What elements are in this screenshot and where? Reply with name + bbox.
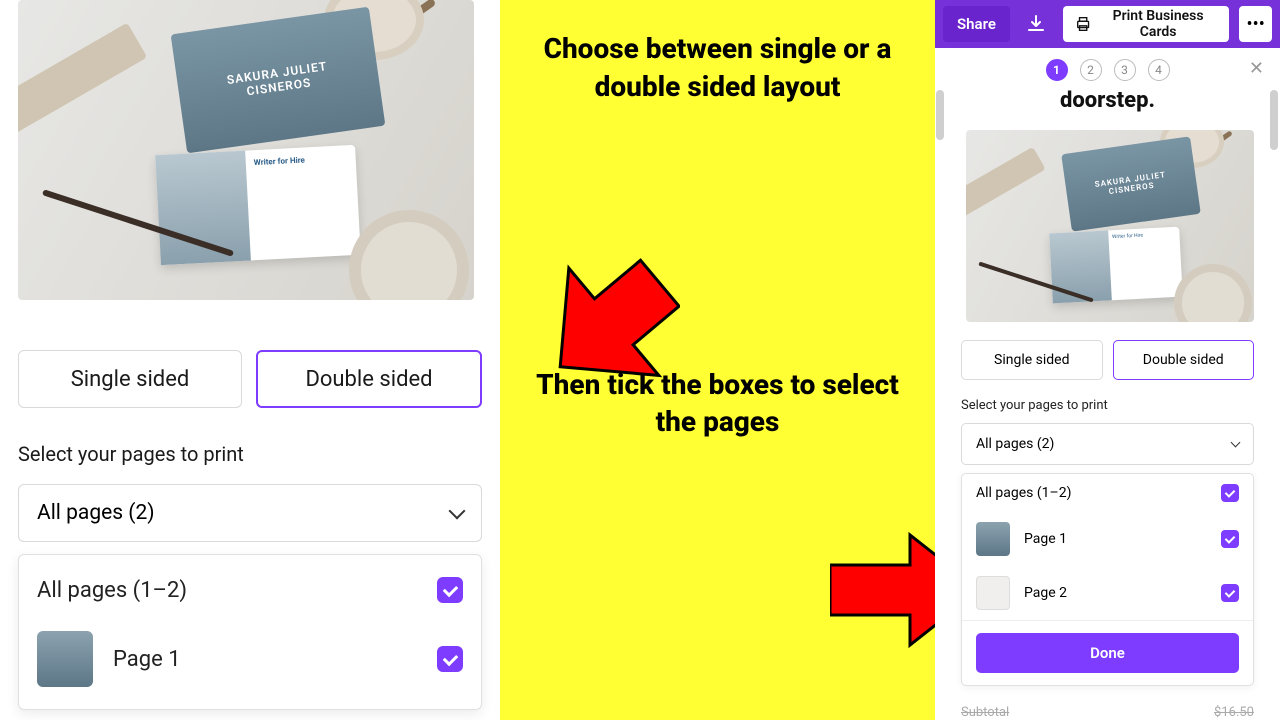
double-sided-button[interactable]: Double sided xyxy=(1113,340,1255,380)
page-2-thumbnail xyxy=(976,576,1010,610)
pages-list: All pages (1–2) Page 1 xyxy=(18,554,482,710)
preview-large: SAKURA JULIET CISNEROS Writer for Hire xyxy=(18,0,474,300)
cup-graphic xyxy=(1174,264,1252,322)
all-pages-option[interactable]: All pages (1–2) xyxy=(962,474,1253,512)
checkbox-icon[interactable] xyxy=(1221,484,1239,502)
page-1-label: Page 1 xyxy=(1024,531,1067,547)
share-button[interactable]: Share xyxy=(943,6,1010,42)
page-1-label: Page 1 xyxy=(113,647,181,672)
instruction-text-1: Choose between single or a double sided … xyxy=(534,30,901,106)
chevron-down-icon xyxy=(1231,438,1241,448)
subtotal-label: Subtotal xyxy=(961,705,1009,720)
card-back: SAKURA JULIET CISNEROS xyxy=(1061,136,1201,231)
page-1-thumbnail xyxy=(37,631,93,687)
sided-toggle-row-small: Single sided Double sided xyxy=(961,340,1254,380)
double-sided-button[interactable]: Double sided xyxy=(256,350,482,408)
checkbox-icon[interactable] xyxy=(437,577,463,603)
card-front-image xyxy=(1049,230,1111,303)
right-body: Single sided Double sided Select your pa… xyxy=(935,340,1280,686)
card-front-text: Writer for Hire xyxy=(245,145,361,261)
all-pages-label: All pages (1–2) xyxy=(37,578,187,603)
page-1-option[interactable]: Page 1 xyxy=(962,512,1253,566)
card-front: Writer for Hire xyxy=(155,145,360,265)
left-panel: SAKURA JULIET CISNEROS Writer for Hire S… xyxy=(0,0,500,720)
dots-icon: ••• xyxy=(1247,14,1265,35)
done-wrap: Done xyxy=(962,620,1253,685)
ruler-graphic xyxy=(18,23,147,138)
card-back: SAKURA JULIET CISNEROS xyxy=(171,7,386,154)
pages-list: All pages (1–2) Page 1 Page 2 Done xyxy=(961,473,1254,686)
pages-dropdown[interactable]: All pages (2) xyxy=(18,484,482,542)
more-button[interactable]: ••• xyxy=(1239,6,1272,42)
topbar: Share Print Business Cards ••• xyxy=(935,0,1280,48)
print-business-cards-button[interactable]: Print Business Cards xyxy=(1063,6,1230,42)
close-icon[interactable]: ✕ xyxy=(1249,58,1264,79)
step-3[interactable]: 3 xyxy=(1114,59,1136,81)
arrow-to-layout xyxy=(490,230,680,420)
single-sided-button[interactable]: Single sided xyxy=(961,340,1103,380)
download-button[interactable] xyxy=(1020,6,1053,42)
step-4[interactable]: 4 xyxy=(1148,59,1170,81)
cup-graphic xyxy=(349,210,469,300)
preview-small: SAKURA JULIET CISNEROS Writer for Hire xyxy=(966,130,1254,322)
ruler-graphic xyxy=(966,147,1046,220)
card-front-image xyxy=(155,151,251,266)
page-1-thumbnail xyxy=(976,522,1010,556)
card-front-text: Writer for Hire xyxy=(1108,227,1183,301)
page-1-option[interactable]: Page 1 xyxy=(19,617,481,701)
scrollbar[interactable] xyxy=(1270,90,1278,150)
download-icon xyxy=(1026,14,1046,34)
checkbox-icon[interactable] xyxy=(1221,530,1239,548)
page-2-option[interactable]: Page 2 xyxy=(962,566,1253,620)
checkbox-icon[interactable] xyxy=(1221,584,1239,602)
print-button-label: Print Business Cards xyxy=(1099,8,1217,40)
scrollbar[interactable] xyxy=(936,90,944,140)
pages-dropdown[interactable]: All pages (2) xyxy=(961,423,1254,465)
single-sided-button[interactable]: Single sided xyxy=(18,350,242,408)
chevron-down-icon xyxy=(449,503,466,520)
all-pages-label: All pages (1–2) xyxy=(976,485,1071,501)
done-button[interactable]: Done xyxy=(976,633,1239,673)
dropdown-value: All pages (2) xyxy=(976,436,1054,452)
right-panel: Share Print Business Cards ••• 1 2 3 4 ✕… xyxy=(935,0,1280,720)
page-2-label: Page 2 xyxy=(1024,585,1067,601)
step-1[interactable]: 1 xyxy=(1046,59,1068,81)
all-pages-option[interactable]: All pages (1–2) xyxy=(19,563,481,617)
doorstep-text: doorstep. xyxy=(935,88,1280,113)
select-pages-label: Select your pages to print xyxy=(961,398,1254,413)
print-icon xyxy=(1075,15,1091,33)
step-2[interactable]: 2 xyxy=(1080,59,1102,81)
subtotal-value: $16.50 xyxy=(1214,705,1254,720)
card-role: Writer for Hire xyxy=(254,155,306,167)
dropdown-value: All pages (2) xyxy=(37,501,155,525)
wizard-steps: 1 2 3 4 xyxy=(935,54,1280,86)
checkbox-icon[interactable] xyxy=(437,646,463,672)
select-pages-label: Select your pages to print xyxy=(18,442,482,466)
sided-toggle-row: Single sided Double sided xyxy=(18,350,482,408)
subtotal-row: Subtotal $16.50 xyxy=(935,699,1280,720)
